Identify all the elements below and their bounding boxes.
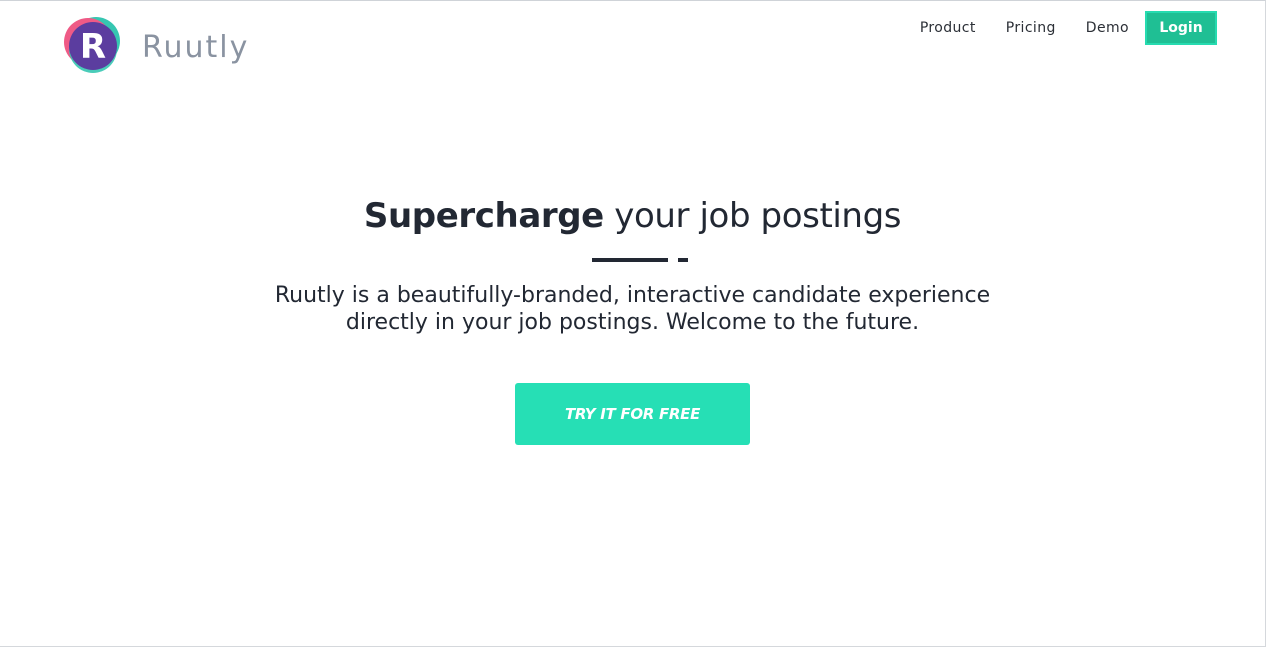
brand-wordmark: Ruutly	[142, 30, 250, 65]
page: R Ruutly Product Pricing Demo Login Supe…	[0, 0, 1266, 647]
ruutly-logo-icon: R	[62, 15, 126, 79]
try-it-free-button[interactable]: TRY IT FOR FREE	[515, 383, 750, 445]
headline-divider	[0, 258, 1265, 262]
headline-rest: your job postings	[603, 196, 902, 236]
brand-logo-link[interactable]: R Ruutly	[62, 15, 249, 79]
top-nav: Product Pricing Demo Login	[920, 11, 1217, 45]
nav-pricing[interactable]: Pricing	[1006, 12, 1056, 44]
hero-section: Supercharge your job postings Ruutly is …	[0, 194, 1265, 445]
nav-product[interactable]: Product	[920, 12, 976, 44]
divider-long-bar	[591, 258, 668, 262]
divider-short-bar	[677, 258, 688, 262]
login-button[interactable]: Login	[1145, 11, 1217, 45]
nav-demo[interactable]: Demo	[1086, 12, 1129, 44]
subtitle-line-2: directly in your job postings. Welcome t…	[345, 310, 920, 335]
hero-headline: Supercharge your job postings	[0, 194, 1265, 238]
headline-emphasis: Supercharge	[363, 196, 604, 236]
subtitle-line-1: Ruutly is a beautifully-branded, interac…	[274, 283, 991, 308]
hero-subtitle: Ruutly is a beautifully-branded, interac…	[263, 282, 1003, 336]
logo-letter: R	[79, 27, 107, 67]
